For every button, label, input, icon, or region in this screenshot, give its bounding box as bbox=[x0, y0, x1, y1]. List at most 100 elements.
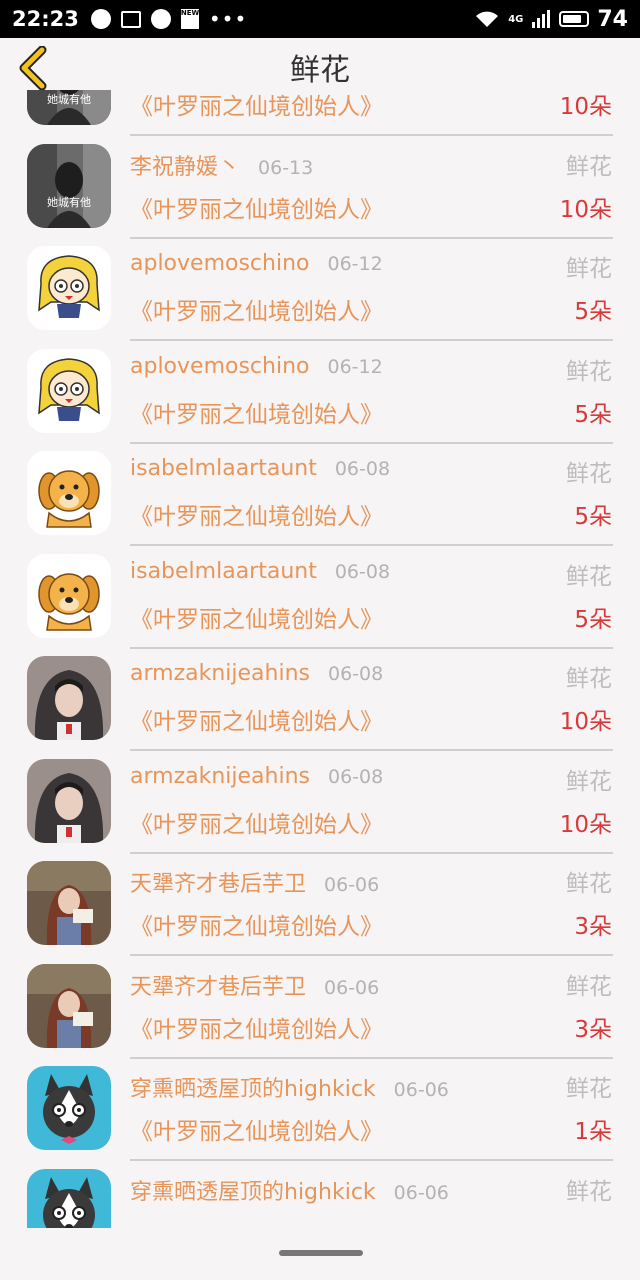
flower-count: 10朵 bbox=[559, 94, 612, 120]
gift-type: 鲜花 bbox=[566, 768, 612, 795]
svg-text:她城有他: 她城有他 bbox=[47, 92, 91, 106]
user-line: isabelmlaartaunt 06-08 bbox=[130, 456, 390, 481]
image-icon bbox=[120, 10, 141, 28]
husky-avatar[interactable] bbox=[27, 1168, 111, 1228]
cartoon-dog-avatar[interactable] bbox=[27, 451, 111, 535]
back-button[interactable] bbox=[16, 45, 52, 91]
book-title[interactable]: 《叶罗丽之仙境创始人》 bbox=[130, 907, 383, 941]
flower-gift-list[interactable]: 她城有他 《叶罗丽之仙境创始人》 10朵 她城有他 李祝静媛丶 06-13 鲜花 《叶罗丽之仙… bbox=[0, 90, 640, 1228]
book-title[interactable]: 《叶罗丽之仙境创始人》 bbox=[130, 90, 383, 121]
message-icon bbox=[150, 9, 171, 29]
gift-date: 06-12 bbox=[327, 253, 383, 275]
username[interactable]: armzaknijeahins bbox=[130, 764, 310, 789]
gift-type: 鲜花 bbox=[566, 871, 612, 897]
flower-count: 3朵 bbox=[574, 1016, 612, 1043]
user-line: 天犟齐才巷后芋卫 06-06 bbox=[130, 969, 379, 1001]
list-item[interactable]: armzaknijeahins 06-08 鲜花《叶罗丽之仙境创始人》 10朵 bbox=[0, 639, 640, 751]
bw-photo-avatar[interactable]: 她城有他 bbox=[27, 143, 111, 228]
list-item[interactable]: isabelmlaartaunt 06-08 鲜花《叶罗丽之仙境创始人》 5朵 bbox=[0, 537, 640, 649]
gift-type: 鲜花 bbox=[566, 1076, 612, 1102]
gift-date: 06-06 bbox=[324, 976, 380, 999]
status-bar: 22:23 NEWS ••• 4G 74 bbox=[0, 0, 640, 38]
flower-count: 5朵 bbox=[574, 401, 612, 428]
username[interactable]: 李祝静媛丶 bbox=[130, 149, 240, 181]
cartoon-girl-avatar[interactable] bbox=[27, 348, 111, 433]
book-title[interactable]: 《叶罗丽之仙境创始人》 bbox=[130, 292, 383, 326]
username[interactable]: isabelmlaartaunt bbox=[130, 456, 317, 481]
book-title[interactable]: 《叶罗丽之仙境创始人》 bbox=[130, 805, 383, 839]
user-line: 天犟齐才巷后芋卫 06-06 bbox=[130, 866, 379, 898]
gift-type: 鲜花 bbox=[566, 666, 612, 692]
list-item[interactable]: 天犟齐才巷后芋卫 06-06 鲜花《叶罗丽之仙境创始人》 3朵 bbox=[0, 844, 640, 956]
gift-type: 鲜花 bbox=[566, 153, 612, 180]
username[interactable]: 穿熏晒透屋顶的highkick bbox=[130, 1071, 376, 1103]
book-title[interactable]: 《叶罗丽之仙境创始人》 bbox=[130, 600, 383, 634]
flower-count: 1朵 bbox=[574, 1119, 612, 1145]
chat-bubble-icon bbox=[90, 9, 111, 29]
book-title[interactable]: 《叶罗丽之仙境创始人》 bbox=[130, 497, 383, 531]
list-item[interactable]: armzaknijeahins 06-08 鲜花《叶罗丽之仙境创始人》 10朵 bbox=[0, 742, 640, 854]
husky-avatar[interactable] bbox=[27, 1066, 111, 1150]
user-line: 穿熏晒透屋顶的highkick 06-06 bbox=[130, 1174, 449, 1206]
list-item[interactable]: isabelmlaartaunt 06-08 鲜花《叶罗丽之仙境创始人》 5朵 bbox=[0, 434, 640, 546]
gift-type: 鲜花 bbox=[566, 256, 612, 282]
gift-date: 06-06 bbox=[393, 1079, 449, 1101]
user-line: isabelmlaartaunt 06-08 bbox=[130, 559, 390, 584]
hooded-person-avatar[interactable] bbox=[27, 656, 111, 740]
gift-type: 鲜花 bbox=[566, 563, 612, 590]
news-icon: NEWS bbox=[180, 9, 204, 29]
reading-girl-avatar[interactable] bbox=[27, 861, 111, 945]
cartoon-girl-avatar[interactable] bbox=[27, 246, 111, 330]
bw-photo-avatar[interactable]: 她城有他 bbox=[27, 90, 111, 125]
username[interactable]: 穿熏晒透屋顶的highkick bbox=[130, 1174, 376, 1206]
home-indicator[interactable] bbox=[279, 1250, 363, 1256]
chevron-left-icon bbox=[19, 45, 47, 91]
user-line: aplovemoschino 06-12 bbox=[130, 251, 383, 276]
list-item[interactable]: 天犟齐才巷后芋卫 06-06 鲜花《叶罗丽之仙境创始人》 3朵 bbox=[0, 947, 640, 1059]
page-title: 鲜花 bbox=[290, 53, 350, 88]
network-type: 4G bbox=[508, 13, 524, 25]
gift-type: 鲜花 bbox=[566, 973, 612, 1000]
book-title[interactable]: 《叶罗丽之仙境创始人》 bbox=[130, 1112, 383, 1146]
list-item[interactable]: 她城有他 《叶罗丽之仙境创始人》 10朵 bbox=[0, 90, 640, 136]
username[interactable]: 天犟齐才巷后芋卫 bbox=[130, 866, 306, 898]
user-line: 穿熏晒透屋顶的highkick 06-06 bbox=[130, 1071, 449, 1103]
list-item[interactable]: 她城有他 李祝静媛丶 06-13 鲜花 《叶罗丽之仙境创始人》 10朵 bbox=[0, 127, 640, 239]
gift-type: 鲜花 bbox=[566, 461, 612, 487]
cartoon-dog-avatar[interactable] bbox=[27, 553, 111, 638]
user-line: 李祝静媛丶 06-13 bbox=[130, 149, 313, 181]
battery-icon bbox=[559, 11, 590, 27]
gift-date: 06-06 bbox=[324, 874, 380, 896]
hooded-person-avatar[interactable] bbox=[27, 758, 111, 843]
gift-type: 鲜花 bbox=[566, 1178, 612, 1205]
gift-date: 06-08 bbox=[334, 560, 391, 583]
book-title[interactable]: 《叶罗丽之仙境创始人》 bbox=[130, 395, 383, 429]
flower-count: 10朵 bbox=[559, 709, 612, 735]
flower-count: 5朵 bbox=[574, 606, 612, 633]
user-line: armzaknijeahins 06-08 bbox=[130, 661, 383, 686]
username[interactable]: 天犟齐才巷后芋卫 bbox=[130, 969, 306, 1001]
gift-date: 06-12 bbox=[327, 355, 383, 378]
more-dots-icon: ••• bbox=[208, 7, 248, 31]
book-title[interactable]: 《叶罗丽之仙境创始人》 bbox=[130, 1010, 383, 1044]
gift-date: 06-08 bbox=[328, 663, 384, 685]
signal-icon bbox=[532, 10, 551, 28]
username[interactable]: armzaknijeahins bbox=[130, 661, 310, 686]
flower-count: 10朵 bbox=[559, 811, 612, 838]
list-item[interactable]: 穿熏晒透屋顶的highkick 06-06 鲜花 bbox=[0, 1152, 640, 1228]
list-item[interactable]: aplovemoschino 06-12 鲜花 《叶罗丽之仙境创始人》 5朵 bbox=[0, 229, 640, 341]
list-item[interactable]: aplovemoschino 06-12 鲜花《叶罗丽之仙境创始人》 5朵 bbox=[0, 332, 640, 444]
bottom-bar bbox=[0, 1228, 640, 1280]
book-title[interactable]: 《叶罗丽之仙境创始人》 bbox=[130, 190, 383, 224]
gift-date: 06-06 bbox=[393, 1181, 449, 1204]
list-item[interactable]: 穿熏晒透屋顶的highkick 06-06 鲜花《叶罗丽之仙境创始人》 1朵 bbox=[0, 1049, 640, 1161]
book-title[interactable]: 《叶罗丽之仙境创始人》 bbox=[130, 702, 383, 736]
flower-count: 5朵 bbox=[574, 504, 612, 530]
reading-girl-avatar[interactable] bbox=[27, 963, 111, 1048]
user-line: armzaknijeahins 06-08 bbox=[130, 764, 383, 789]
username[interactable]: aplovemoschino bbox=[130, 251, 309, 276]
username[interactable]: isabelmlaartaunt bbox=[130, 559, 317, 584]
username[interactable]: aplovemoschino bbox=[130, 354, 309, 379]
flower-count: 3朵 bbox=[574, 914, 612, 940]
gift-type: 鲜花 bbox=[566, 358, 612, 385]
